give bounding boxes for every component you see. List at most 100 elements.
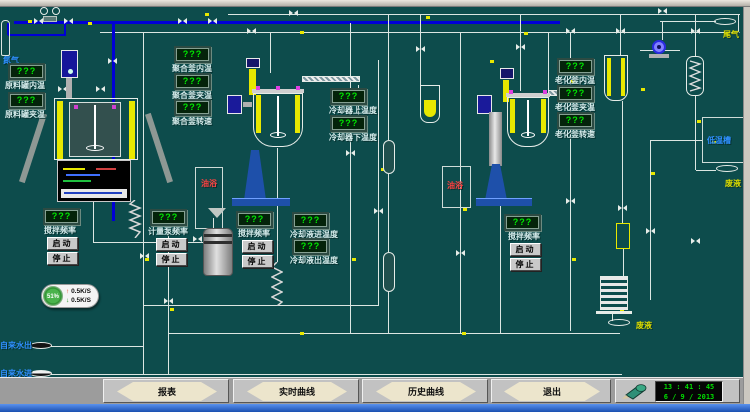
pressure-gauge-icon [52,7,60,15]
valve-icon [691,238,700,245]
condenser-tube-icon [302,76,360,82]
poly-gear-motor-box [227,95,242,114]
start-button-stir-2[interactable]: 启动 [242,240,273,253]
valve-icon [34,18,43,25]
coil-exchanger-tray [596,311,632,314]
label-aging-kettle-jacket-temp: 老化釜夹温 [555,103,595,112]
stop-button-meter-pump[interactable]: 停止 [156,253,187,266]
flow-marker-icon [426,16,430,19]
scale-display [57,160,131,202]
label-poly-kettle-speed: 聚合釜转速 [172,117,212,126]
scada-canvas: 氮气 ??? 原料罐内温 ??? 原料罐夹温 ??? 聚合釜内温 ??? 聚合釜… [0,0,750,412]
pen-icon[interactable] [620,383,648,400]
valve-icon [456,250,465,257]
label-cooler-upper-temp: 冷却器上温度 [329,106,377,115]
valve-icon [566,198,575,205]
valve-icon [618,205,627,212]
coil-exchanger [600,276,628,310]
valve-icon [616,28,625,35]
nav-cell: 实时曲线 [233,379,359,403]
flow-marker-icon [524,32,528,35]
stop-button-stir-2[interactable]: 停止 [242,255,273,268]
aging-storage-tank [604,55,628,101]
nav-cell: 报表 [103,379,229,403]
label-poly-kettle-inner-temp: 聚合釜内温 [172,64,212,73]
pipe-segment [520,15,521,91]
valve-icon [96,86,105,93]
pipe-segment [660,21,716,22]
metering-tank-vessel [203,228,233,276]
flow-marker-icon [572,258,576,261]
flow-marker-icon [145,258,149,261]
pipe-segment [38,346,144,347]
raw-tank-support-icon [145,113,173,183]
realtime-curve-button[interactable]: 实时曲线 [247,382,347,401]
label-raw-tank-inner-temp: 原料罐内温 [5,81,45,90]
valve-icon [178,18,187,25]
aging-column [489,112,502,166]
valve-icon [516,44,525,51]
label-coolant-in-temp: 冷却液进温度 [290,230,338,239]
tap-water-out-arrow-icon [30,342,52,349]
raw-tank-shaft [66,78,72,98]
spring-icon [128,200,142,238]
flow-marker-icon [697,120,701,123]
cooler-column [383,252,395,292]
poly-gear-shaft [243,102,252,107]
label-cooler-lower-temp: 冷却器下温度 [329,133,377,142]
raw-tank-motor-box [61,50,78,78]
pipe-segment [143,33,144,375]
display-coolant-in-temp: ??? [294,214,327,227]
waste-liquid-arrow-icon [608,319,630,326]
spring-icon [271,262,283,306]
waste-liquid-label: 废液 [636,321,652,330]
start-button-stir-1[interactable]: 启动 [47,237,78,250]
poly-stand-base [232,198,290,206]
display-stir-freq-3: ??? [506,216,539,229]
pipe-segment [696,170,716,171]
valve-icon [64,18,73,25]
stop-button-stir-1[interactable]: 停止 [47,252,78,265]
usage-percent-badge: 51% [43,286,63,306]
clock-date: 6 / 9 / 2013 [656,392,722,402]
tail-gas-label: 尾气 [723,30,739,39]
start-button-meter-pump[interactable]: 启动 [156,238,187,251]
waste-liquid-arrow-icon [716,165,738,172]
valve-icon [289,10,298,17]
flow-marker-icon [641,88,645,91]
valve-icon [247,28,256,35]
history-curve-button[interactable]: 历史曲线 [376,382,476,401]
feed-funnel-icon [208,208,226,218]
window-title-strip [0,0,750,7]
valve-icon [374,208,383,215]
upload-rate: ↑ 0.5K/S [66,288,91,296]
report-button[interactable]: 报表 [117,382,217,401]
label-raw-tank-jacket-temp: 原料罐夹温 [5,110,45,119]
poly-kettle-vessel [252,89,304,148]
exit-button[interactable]: 退出 [504,382,600,401]
label-stir-freq-3: 搅拌频率 [508,232,540,241]
pipe-segment [623,249,624,276]
flow-marker-icon [300,31,304,34]
pipe-segment [662,22,663,40]
flow-marker-icon [651,172,655,175]
stop-button-stir-3[interactable]: 停止 [510,258,541,271]
display-aging-kettle-jacket-temp: ??? [559,87,592,100]
nitrogen-cylinder-icon [1,20,10,56]
pipe-segment [620,15,621,55]
poly-stand [244,150,266,200]
display-poly-kettle-speed: ??? [176,101,209,114]
oil-bath-label: 油浴 [447,181,463,190]
pipe-segment [168,333,620,334]
start-button-stir-3[interactable]: 启动 [510,243,541,256]
nitrogen-label: 氮气 [3,56,19,65]
valve-icon [658,8,667,15]
pipe-segment [388,15,389,140]
pipe-segment [548,33,549,90]
valve-icon [566,28,575,35]
up-arrow-icon: ↑ [66,288,69,295]
pipe-segment [388,174,389,252]
pipe-segment [650,140,651,300]
pipe-segment [378,60,379,306]
aging-kettle-vessel [506,93,550,148]
